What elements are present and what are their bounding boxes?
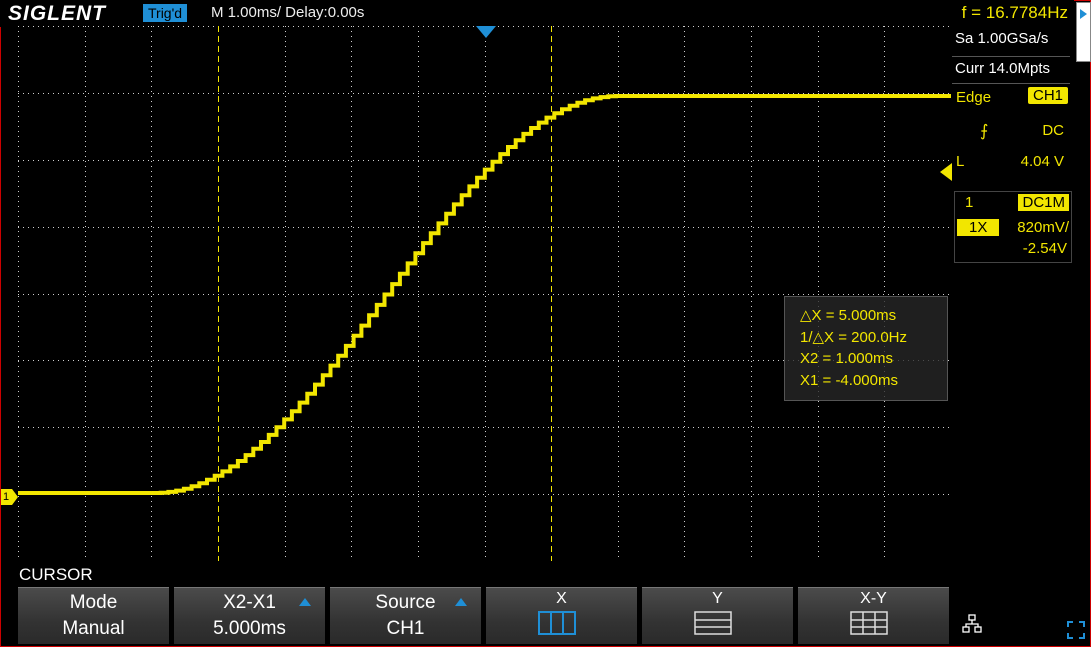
channel-coupling-badge: DC1M: [1018, 194, 1069, 211]
top-status-bar: SIGLENT Trig'd M 1.00ms/ Delay:0.00s f =…: [0, 0, 1074, 27]
x1-readout: X1 = -4.000ms: [800, 372, 898, 389]
channel-panel[interactable]: 1 DC1M 1X 820mV/ -2.54V: [954, 191, 1072, 263]
expand-arrow-icon: [1080, 9, 1087, 19]
trigger-panel[interactable]: Edge CH1 ⨍ DC L 4.04 V: [952, 83, 1070, 183]
delta-x-readout: △X = 5.000ms: [800, 307, 897, 324]
adjust-knob-icon: [299, 598, 311, 606]
adjust-knob-icon: [455, 598, 467, 606]
graticule: [18, 26, 951, 561]
expand-icon[interactable]: [1066, 620, 1086, 640]
waveform-grid[interactable]: [18, 26, 951, 561]
y-cursor-button[interactable]: Y: [642, 587, 793, 644]
xy-cursor-button[interactable]: X-Y: [798, 587, 949, 644]
trigger-position-marker[interactable]: [476, 26, 496, 38]
brand-logo: SIGLENT: [8, 2, 107, 25]
channel-number: 1: [965, 194, 974, 211]
memory-depth: Curr 14.0Mpts: [955, 60, 1051, 77]
rising-edge-icon: ⨍: [980, 123, 989, 140]
trigger-level-value: 4.04 V: [1020, 153, 1064, 170]
trigger-source-badge: CH1: [1027, 87, 1068, 104]
trigger-coupling: DC: [1042, 122, 1064, 139]
x-cursor-button[interactable]: X: [486, 587, 637, 644]
probe-ratio-badge: 1X: [957, 219, 1000, 236]
trigger-level-label: L: [956, 153, 965, 170]
trigger-status-badge[interactable]: Trig'd: [143, 4, 188, 22]
network-icon[interactable]: [962, 614, 982, 638]
x2-x1-button[interactable]: X2-X1 5.000ms: [174, 587, 325, 644]
sample-rate: Sa 1.00GSa/s: [955, 30, 1049, 47]
timebase-readout[interactable]: M 1.00ms/ Delay:0.00s: [211, 4, 364, 21]
ch1-offset-marker[interactable]: 1: [1, 489, 18, 505]
frequency-counter: f = 16.7784Hz: [961, 3, 1068, 22]
cursor-readout-box: △X = 5.000ms 1/△X = 200.0Hz X2 = 1.000ms…: [784, 296, 948, 401]
xy-cursor-icon: [850, 611, 888, 635]
vertical-scale: 820mV/: [1017, 219, 1069, 236]
source-button[interactable]: Source CH1: [330, 587, 481, 644]
inverse-delta-x-readout: 1/△X = 200.0Hz: [800, 329, 908, 346]
menu-title: CURSOR: [19, 565, 93, 584]
x2-readout: X2 = 1.000ms: [800, 350, 893, 367]
trigger-level-marker[interactable]: [940, 163, 952, 181]
divider: [952, 56, 1070, 57]
x-cursor-icon: [538, 611, 576, 635]
trigger-type: Edge: [956, 89, 992, 106]
y-cursor-icon: [694, 611, 732, 635]
side-panel-toggle[interactable]: [1076, 2, 1091, 62]
vertical-offset: -2.54V: [1022, 240, 1067, 257]
mode-button[interactable]: Mode Manual: [18, 587, 169, 644]
ch1-waveform: [18, 94, 951, 495]
